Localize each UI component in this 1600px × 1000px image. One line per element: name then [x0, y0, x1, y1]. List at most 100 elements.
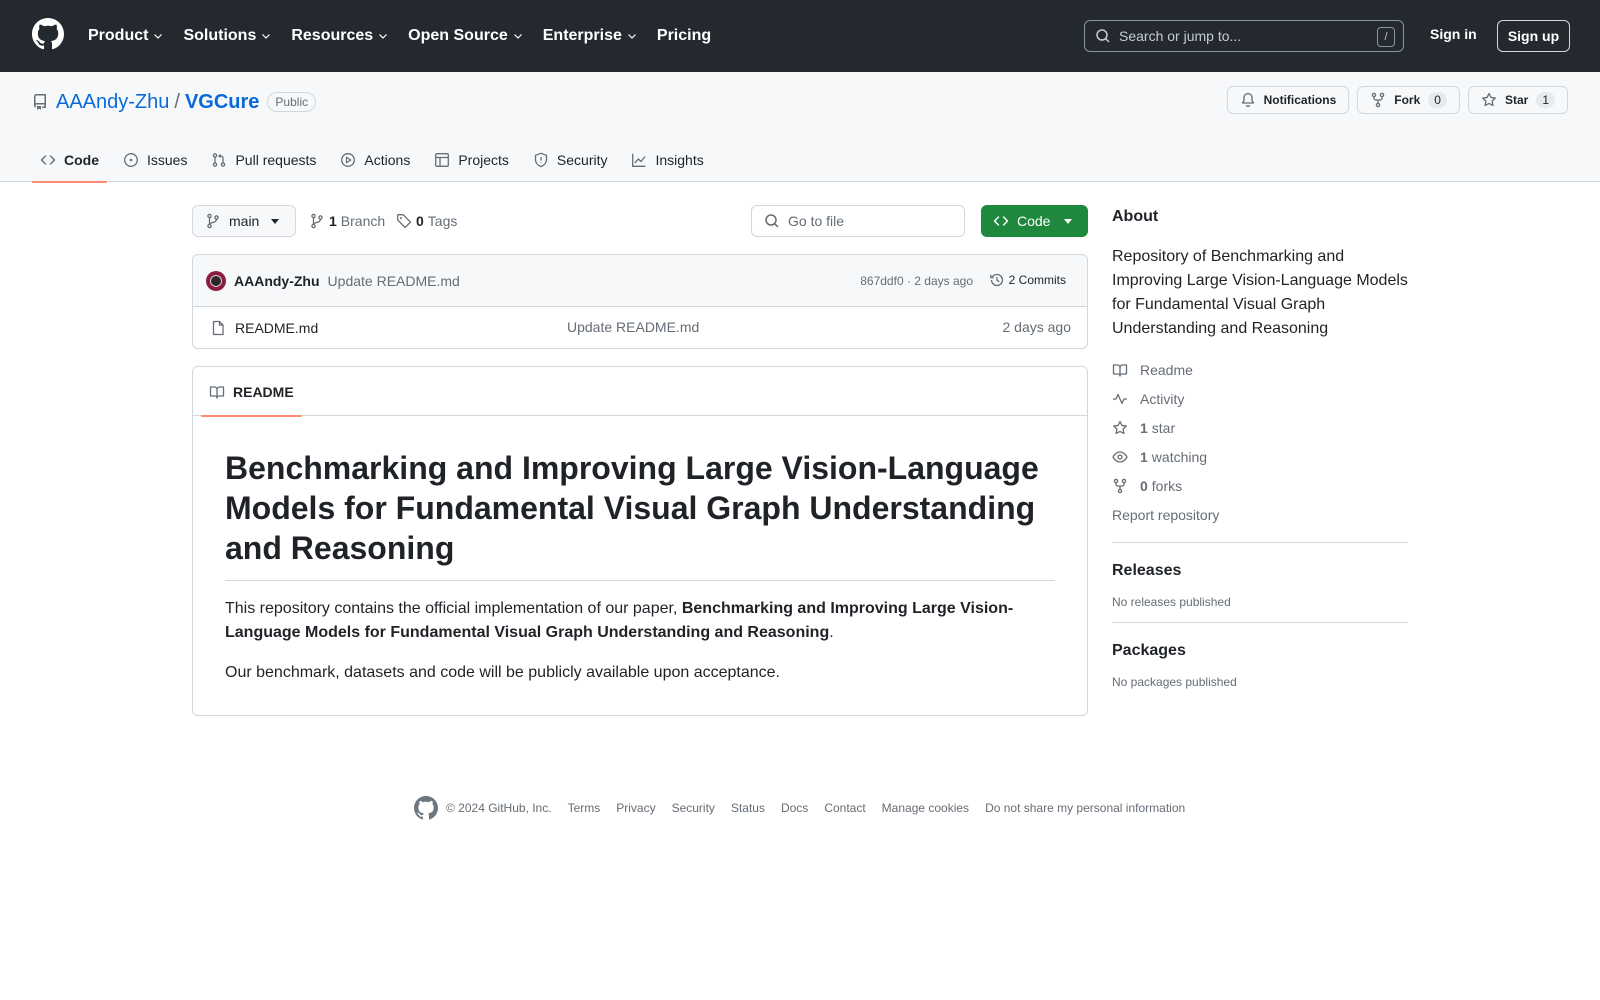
- nav-solutions[interactable]: Solutions: [183, 24, 272, 48]
- branch-name: main: [229, 213, 260, 229]
- chevron-down-icon: [379, 34, 388, 39]
- code-icon: [993, 216, 1009, 226]
- fork-button[interactable]: Fork 0: [1357, 86, 1460, 114]
- branches-link[interactable]: 1 Branch: [309, 205, 385, 237]
- footer-link-status[interactable]: Status: [731, 801, 765, 815]
- tags-link[interactable]: 0 Tags: [396, 205, 457, 237]
- branch-icon: [207, 213, 219, 229]
- forks-label: forks: [1151, 477, 1183, 494]
- nav-label: Product: [88, 27, 149, 44]
- go-to-file-placeholder: Go to file: [788, 213, 845, 229]
- global-nav: Product Solutions Resources Open Source …: [88, 24, 730, 48]
- caret-down-icon: [1064, 218, 1073, 224]
- github-logo-icon[interactable]: [32, 18, 64, 50]
- nav-resources[interactable]: Resources: [291, 24, 389, 48]
- go-to-file-input[interactable]: Go to file: [751, 205, 965, 237]
- fork-label: Fork: [1394, 93, 1421, 107]
- watching-label: watching: [1151, 448, 1208, 465]
- notifications-button[interactable]: Notifications: [1226, 86, 1350, 114]
- book-icon: [1112, 363, 1128, 377]
- tab-insights[interactable]: Insights: [623, 138, 711, 182]
- tab-security[interactable]: Security: [525, 138, 616, 182]
- github-logo-icon[interactable]: [414, 796, 438, 820]
- tab-label: Actions: [364, 152, 411, 168]
- file-commit-message-link[interactable]: Update README.md: [567, 319, 699, 335]
- avatar[interactable]: [206, 270, 226, 291]
- nav-label: Resources: [291, 27, 374, 44]
- stars-link[interactable]: 1 star: [1112, 413, 1408, 442]
- pulse-icon: [1113, 393, 1127, 404]
- footer-link-contact[interactable]: Contact: [824, 801, 865, 815]
- commit-author-link[interactable]: AAAndy-Zhu: [234, 273, 320, 289]
- star-icon: [1113, 420, 1127, 434]
- tab-projects[interactable]: Projects: [426, 138, 517, 182]
- tag-count: 0: [416, 213, 424, 229]
- footer-link-privacy[interactable]: Privacy: [616, 801, 655, 815]
- about-heading: About: [1112, 208, 1159, 225]
- packages-heading[interactable]: Packages: [1112, 639, 1408, 663]
- footer-link-security[interactable]: Security: [672, 801, 715, 815]
- about-description: Repository of Benchmarking and Improving…: [1112, 248, 1408, 337]
- releases-empty: No releases published: [1112, 595, 1231, 609]
- search-icon: [1096, 29, 1110, 43]
- visibility-badge: Public: [267, 92, 317, 112]
- caret-down-icon: [271, 218, 280, 224]
- nav-pricing[interactable]: Pricing: [657, 24, 711, 48]
- nav-enterprise[interactable]: Enterprise: [543, 24, 638, 48]
- tab-issues[interactable]: Issues: [115, 138, 195, 182]
- tab-label: Projects: [458, 152, 509, 168]
- footer-link-manage-cookies[interactable]: Manage cookies: [882, 801, 969, 815]
- star-button[interactable]: Star 1: [1467, 86, 1568, 114]
- latest-commit-row: AAAndy-Zhu Update README.md 867ddf0 · 2 …: [193, 255, 1087, 307]
- star-count: 1: [1536, 92, 1555, 108]
- search-input[interactable]: Search or jump to... /: [1084, 20, 1404, 52]
- repo-owner-link[interactable]: AAAndy-Zhu: [56, 89, 169, 115]
- activity-link[interactable]: Activity: [1112, 384, 1408, 413]
- sign-up-button[interactable]: Sign up: [1497, 20, 1570, 52]
- table-icon: [435, 153, 450, 167]
- releases-heading[interactable]: Releases: [1112, 559, 1408, 583]
- footer-link-terms[interactable]: Terms: [568, 801, 601, 815]
- chevron-down-icon: [513, 34, 522, 39]
- footer-link-docs[interactable]: Docs: [781, 801, 808, 815]
- branch-count: 1: [329, 213, 337, 229]
- table-row[interactable]: README.md Update README.md 2 days ago: [193, 307, 1087, 348]
- report-repository-link[interactable]: Report repository: [1112, 500, 1408, 529]
- commit-hash-time[interactable]: 867ddf0 · 2 days ago: [860, 274, 973, 288]
- nav-open-source[interactable]: Open Source: [408, 24, 524, 48]
- tab-label: Security: [556, 152, 608, 168]
- fork-icon: [1113, 478, 1127, 493]
- tab-code[interactable]: Code: [32, 138, 107, 183]
- commit-message-link[interactable]: Update README.md: [328, 273, 460, 289]
- search-icon: [765, 214, 779, 228]
- report-repository-label: Report repository: [1112, 506, 1220, 523]
- tab-readme[interactable]: README: [201, 367, 302, 417]
- site-footer: © 2024 GitHub, Inc. Terms Privacy Securi…: [414, 796, 1201, 820]
- notifications-label: Notifications: [1263, 93, 1337, 107]
- watchers-link[interactable]: 1 watching: [1112, 442, 1408, 471]
- chevron-down-icon: [627, 34, 636, 39]
- tag-icon: [397, 214, 412, 229]
- file-icon: [212, 320, 224, 335]
- branch-select-button[interactable]: main: [192, 205, 296, 237]
- readme-text: This repository contains the official im…: [225, 600, 682, 617]
- fork-icon: [1372, 92, 1385, 108]
- tab-actions[interactable]: Actions: [332, 138, 418, 182]
- nav-product[interactable]: Product: [88, 24, 164, 48]
- sign-in-link[interactable]: Sign in: [1430, 26, 1477, 42]
- commits-history-link[interactable]: 2 Commits: [989, 272, 1066, 288]
- footer-link-do-not-share[interactable]: Do not share my personal information: [985, 801, 1185, 815]
- readme-link[interactable]: Readme: [1112, 355, 1408, 384]
- tab-pull-requests[interactable]: Pull requests: [203, 138, 324, 182]
- shield-icon: [534, 152, 548, 168]
- fork-count: 0: [1428, 92, 1447, 108]
- forks-link[interactable]: 0 forks: [1112, 471, 1408, 500]
- book-icon: [209, 385, 225, 399]
- readme-panel: README Benchmarking and Improving Large …: [192, 366, 1088, 716]
- nav-label: Enterprise: [542, 27, 622, 44]
- readme-content: Benchmarking and Improving Large Vision-…: [193, 416, 1087, 685]
- nav-label: Solutions: [183, 27, 257, 44]
- code-button[interactable]: Code: [981, 205, 1088, 237]
- repo-name-link[interactable]: VGCure: [185, 89, 259, 115]
- file-name-link[interactable]: README.md: [235, 320, 318, 336]
